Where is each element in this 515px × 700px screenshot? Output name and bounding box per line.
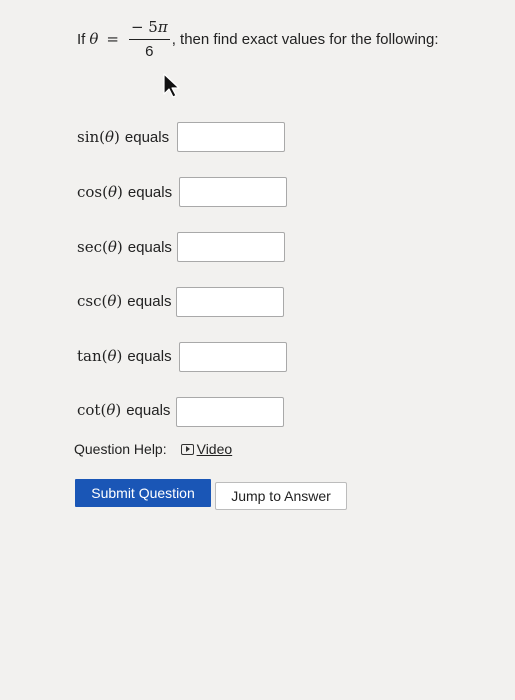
cos-row: cos(θ) equals [77, 183, 172, 201]
cot-equals-label: equals [126, 401, 171, 419]
theta-symbol: θ [89, 30, 99, 48]
csc-row: csc(θ) equals [77, 292, 171, 310]
cot-answer-input[interactable] [176, 397, 284, 427]
sin-answer-input[interactable] [177, 122, 285, 152]
question-suffix: , then find exact values for the followi… [171, 30, 439, 48]
csc-function-label: csc(θ) [77, 292, 123, 310]
fraction-numerator: − 5π [128, 18, 170, 40]
tan-answer-input[interactable] [179, 342, 287, 372]
equals-sign: = [106, 30, 119, 48]
jump-to-answer-button[interactable]: Jump to Answer [215, 482, 347, 510]
cos-function-label: cos(θ) [77, 183, 123, 201]
sec-equals-label: equals [127, 238, 172, 256]
cos-answer-input[interactable] [179, 177, 287, 207]
question-help-label: Question Help: [74, 441, 167, 457]
sec-row: sec(θ) equals [77, 238, 172, 256]
pi-symbol: π [157, 18, 168, 36]
csc-equals-label: equals [127, 292, 172, 310]
sin-equals-label: equals [124, 128, 170, 146]
video-link[interactable]: Video [197, 441, 233, 457]
sec-answer-input[interactable] [177, 232, 285, 262]
question-prefix: If [77, 30, 86, 48]
cot-function-label: cot(θ) [77, 401, 122, 419]
question-help: Question Help: Video [74, 441, 232, 457]
fraction-denominator: 6 [145, 43, 154, 60]
sin-function-label: sin(θ) [77, 128, 120, 146]
mouse-pointer-icon [163, 73, 180, 98]
tan-row: tan(θ) equals [77, 347, 172, 365]
tan-equals-label: equals [127, 347, 172, 365]
angle-fraction: − 5π 6 [128, 18, 170, 60]
submit-question-button[interactable]: Submit Question [75, 479, 211, 507]
question-prompt: If θ = − 5π 6 , then find exact values f… [77, 18, 439, 60]
cot-row: cot(θ) equals [77, 401, 170, 419]
cos-equals-label: equals [127, 183, 173, 201]
sec-function-label: sec(θ) [77, 238, 123, 256]
sin-row: sin(θ) equals [77, 128, 169, 146]
video-icon[interactable] [180, 443, 194, 455]
tan-function-label: tan(θ) [77, 347, 123, 365]
csc-answer-input[interactable] [176, 287, 284, 317]
